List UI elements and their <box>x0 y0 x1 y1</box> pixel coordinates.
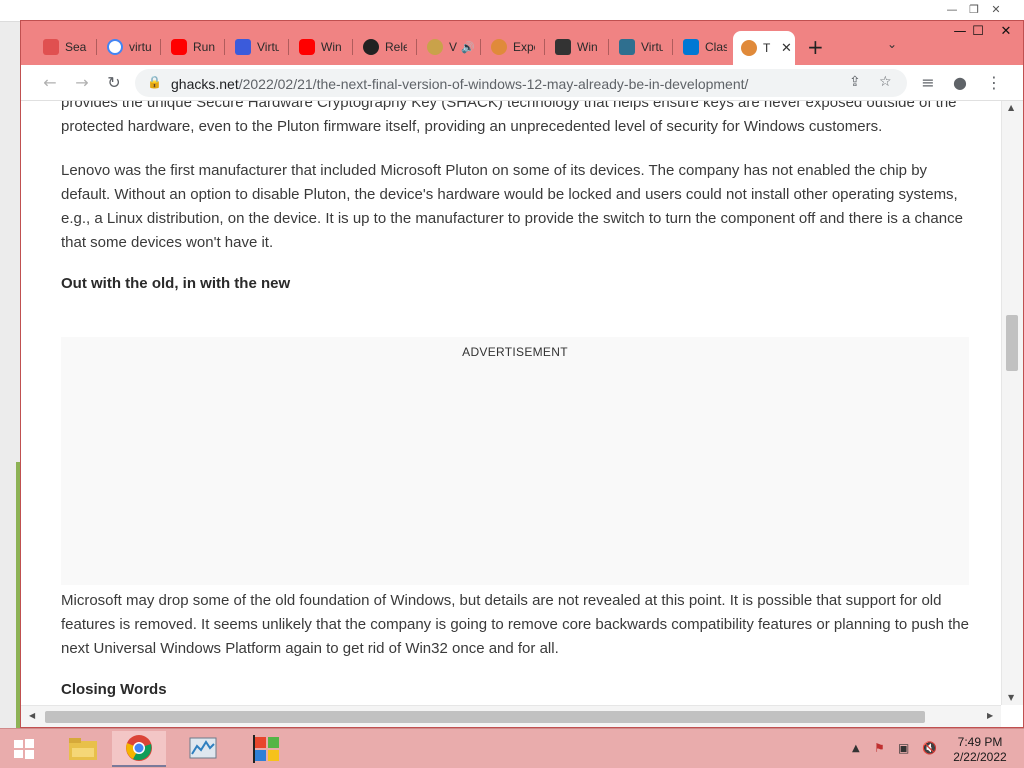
youtube-favicon-icon <box>171 39 187 55</box>
scroll-down-arrow-icon[interactable]: ▼ <box>1008 693 1014 702</box>
github-favicon-icon <box>363 39 379 55</box>
lock-icon[interactable]: 🔒 <box>147 75 162 89</box>
scroll-right-arrow-icon[interactable]: ▶ <box>987 711 993 720</box>
url-path: /2022/02/21/the-next-final-version-of-wi… <box>238 76 749 92</box>
close-tab-icon[interactable]: ✕ <box>781 41 792 56</box>
tab-ghacks-expe[interactable]: Expe <box>483 33 545 61</box>
search-favicon-icon <box>43 39 59 55</box>
virtualbox-favicon-icon <box>235 39 251 55</box>
tab-title: virtu <box>129 40 151 54</box>
article-paragraph: Microsoft may drop some of the old found… <box>61 592 969 657</box>
maximize-button[interactable]: ☐ <box>963 21 993 43</box>
tab-youtube-win[interactable]: Win <box>291 33 353 61</box>
tab-vm[interactable]: Virtu <box>611 33 673 61</box>
action-center-flag-icon[interactable]: ⚑ <box>874 741 885 755</box>
tab-youtube-run[interactable]: Run <box>163 33 225 61</box>
taskbar: ▲ ⚑ ▣ 🔇 7:49 PM 2/22/2022 <box>0 728 1024 768</box>
tab-title: Clas <box>705 40 727 54</box>
url-host: ghacks.net <box>171 76 239 92</box>
system-clock[interactable]: 7:49 PM 2/22/2022 <box>948 735 1012 765</box>
horizontal-scroll-thumb[interactable] <box>45 711 925 723</box>
tab-azure[interactable]: Clas <box>675 33 731 61</box>
show-hidden-icons-icon[interactable]: ▲ <box>852 743 860 754</box>
scroll-up-arrow-icon[interactable]: ▲ <box>1008 103 1014 112</box>
speaker-icon[interactable]: 🔊 <box>461 41 475 54</box>
azure-favicon-icon <box>683 39 699 55</box>
address-bar[interactable]: 🔒 ghacks.net/2022/02/21/the-next-final-v… <box>135 69 907 97</box>
forward-arrow-icon[interactable]: → <box>71 72 93 94</box>
url-text[interactable]: ghacks.net/2022/02/21/the-next-final-ver… <box>171 76 748 92</box>
tab-title: Win <box>321 40 342 54</box>
article-paragraph: provides the unique Secure Hardware Cryp… <box>61 101 957 135</box>
tab-strip: Sear virtu Run Virtu Win Rele V 🔊 <box>21 21 1023 65</box>
tab-title: Expe <box>513 40 535 54</box>
new-tab-button[interactable]: + <box>807 35 824 59</box>
background-window-edge <box>0 22 20 732</box>
tab-virtualbox[interactable]: Virtu <box>227 33 289 61</box>
background-minimize-icon: — <box>946 3 958 16</box>
profile-avatar-icon[interactable]: ● <box>949 72 971 94</box>
reload-icon[interactable]: ↻ <box>103 72 125 94</box>
section-heading: Closing Words <box>61 681 167 698</box>
share-icon[interactable]: ⇪ <box>849 74 861 90</box>
ghacks-favicon-icon <box>491 39 507 55</box>
tab-title: T <box>763 41 771 55</box>
background-close-icon: ✕ <box>991 3 1001 16</box>
taskbar-chrome[interactable] <box>112 731 166 767</box>
clock-date: 2/22/2022 <box>953 750 1007 764</box>
browser-window: Sear virtu Run Virtu Win Rele V 🔊 <box>20 20 1024 728</box>
tab-title: Virtu <box>641 40 663 54</box>
windows-flag-icon <box>253 735 279 763</box>
youtube-favicon-icon <box>299 39 315 55</box>
windows-start-icon <box>14 739 34 759</box>
tab-github[interactable]: Rele <box>355 33 417 61</box>
google-favicon-icon <box>107 39 123 55</box>
page-content: provides the unique Secure Hardware Cryp… <box>21 101 1001 705</box>
menu-kebab-icon[interactable]: ⋮ <box>983 72 1005 94</box>
ghacks-favicon-icon <box>741 40 757 56</box>
background-restore-icon: ❐ <box>969 3 979 16</box>
start-button[interactable] <box>0 731 48 767</box>
chrome-icon <box>126 735 152 761</box>
volume-muted-icon[interactable]: 🔇 <box>922 741 937 755</box>
taskbar-task-manager[interactable] <box>176 731 230 767</box>
back-arrow-icon[interactable]: ← <box>39 72 61 94</box>
bookmark-star-icon[interactable]: ☆ <box>879 74 892 90</box>
article-paragraph: Lenovo was the first manufacturer that i… <box>61 162 963 251</box>
media-control-icon[interactable]: ≡ <box>917 72 939 94</box>
doge-favicon-icon <box>427 39 443 55</box>
browser-toolbar: ← → ↻ 🔒 ghacks.net/2022/02/21/the-next-f… <box>21 65 1023 101</box>
tab-search-button[interactable]: ⌄ <box>887 37 897 51</box>
scroll-left-arrow-icon[interactable]: ◀ <box>29 711 35 720</box>
vertical-scroll-thumb[interactable] <box>1006 315 1018 371</box>
tab-audio[interactable]: V 🔊 <box>419 33 481 61</box>
taskbar-file-explorer[interactable] <box>56 731 110 767</box>
tab-title: Win <box>577 40 598 54</box>
vm-favicon-icon <box>619 39 635 55</box>
tab-title: Rele <box>385 40 407 54</box>
advertisement-label: ADVERTISEMENT <box>462 345 568 359</box>
network-icon[interactable]: ▣ <box>898 741 909 755</box>
close-window-button[interactable]: ✕ <box>991 21 1021 43</box>
taskbar-windows-app[interactable] <box>240 731 294 767</box>
vertical-scrollbar[interactable]: ▲ ▼ <box>1001 101 1023 705</box>
horizontal-scrollbar[interactable]: ◀ ▶ <box>21 705 1001 727</box>
tab-archive[interactable]: Win <box>547 33 609 61</box>
advertisement-box: ADVERTISEMENT <box>61 337 969 585</box>
background-window-titlebar: — ❐ ✕ <box>0 0 1024 22</box>
archive-favicon-icon <box>555 39 571 55</box>
file-explorer-icon <box>69 738 97 760</box>
tab-title: Sear <box>65 40 87 54</box>
tab-google[interactable]: virtu <box>99 33 161 61</box>
task-manager-icon <box>189 737 217 759</box>
section-heading: Out with the old, in with the new <box>61 275 291 292</box>
clock-time: 7:49 PM <box>957 735 1003 749</box>
tab-title: Virtu <box>257 40 279 54</box>
tab-title: Run <box>193 40 215 54</box>
tab-active-ghacks[interactable]: T ✕ <box>733 31 795 65</box>
tab-title: V <box>449 40 457 54</box>
tab-search[interactable]: Sear <box>35 33 97 61</box>
